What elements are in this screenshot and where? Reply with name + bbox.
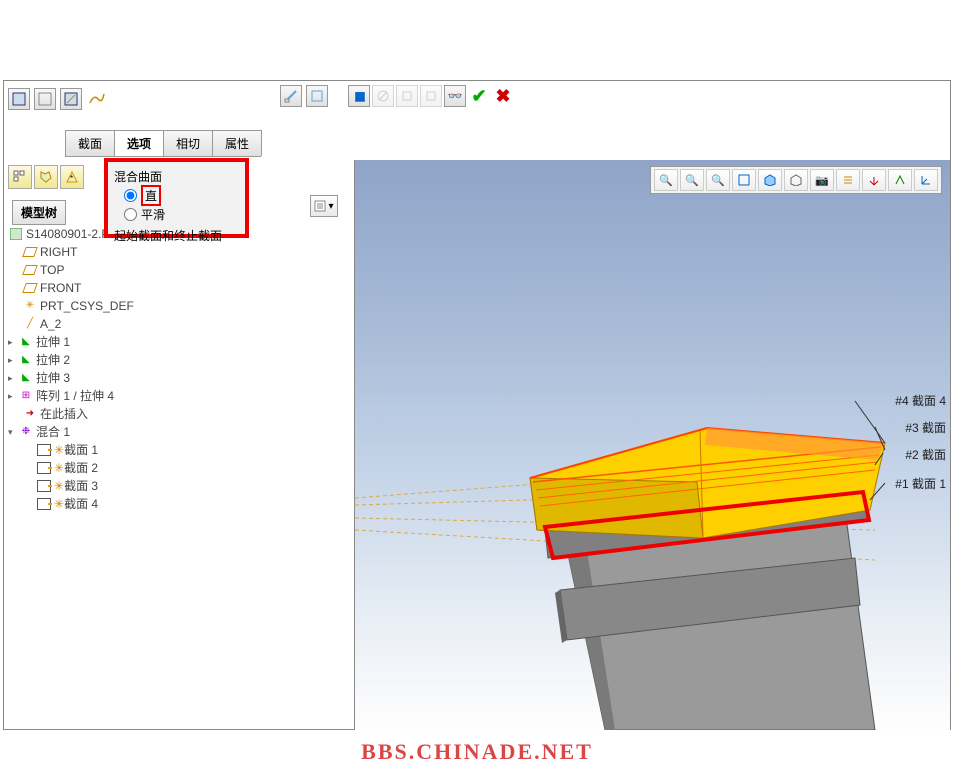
tab-section[interactable]: 截面 bbox=[65, 130, 115, 156]
tree-toolbar: * bbox=[8, 165, 84, 189]
blend-options-panel: 混合曲面 直 平滑 起始截面和终止截面 bbox=[104, 158, 249, 238]
watermark: BBS.CHINADE.NET bbox=[0, 739, 954, 765]
tree-section[interactable]: 截面 4 bbox=[64, 495, 98, 513]
section-label-3: #3 截面 bbox=[905, 419, 946, 436]
tool-btn-3[interactable] bbox=[60, 88, 82, 110]
tab-tangent[interactable]: 相切 bbox=[163, 130, 213, 156]
tree-item[interactable]: 混合 1 bbox=[36, 423, 70, 441]
tree-item[interactable]: PRT_CSYS_DEF bbox=[40, 297, 134, 315]
section-label-2: #2 截面 bbox=[905, 446, 946, 463]
tree-item[interactable]: 在此插入 bbox=[40, 405, 88, 423]
3d-viewport[interactable]: 🔍 🔍 🔍 📷 bbox=[354, 160, 950, 730]
model-tree[interactable]: S14080901-2.PR RIGHT TOP FRONT ✳PRT_CSYS… bbox=[8, 225, 248, 513]
tree-item[interactable]: RIGHT bbox=[40, 243, 77, 261]
disabled-2 bbox=[396, 85, 418, 107]
disabled-3 bbox=[420, 85, 442, 107]
disabled-1 bbox=[372, 85, 394, 107]
section-label-1: #1 截面 1 bbox=[895, 475, 946, 492]
toolbar-middle bbox=[280, 85, 328, 107]
tree-item[interactable]: FRONT bbox=[40, 279, 81, 297]
plane-tool-2[interactable] bbox=[306, 85, 328, 107]
tool-btn-2[interactable] bbox=[34, 88, 56, 110]
model-geometry bbox=[355, 160, 950, 730]
main-toolbar bbox=[8, 85, 108, 113]
tab-options[interactable]: 选项 bbox=[114, 130, 164, 156]
model-tree-header[interactable]: 模型树 bbox=[12, 200, 66, 225]
pause-button[interactable]: ▮▮ bbox=[348, 85, 370, 107]
tree-view-1[interactable] bbox=[8, 165, 32, 189]
radio-smooth[interactable] bbox=[124, 208, 137, 221]
curve-icon[interactable] bbox=[86, 88, 108, 110]
tree-view-2[interactable] bbox=[34, 165, 58, 189]
cancel-button[interactable]: ✖ bbox=[492, 85, 514, 107]
tree-item[interactable]: 阵列 1 / 拉伸 4 bbox=[36, 387, 114, 405]
tree-section[interactable]: 截面 1 bbox=[64, 441, 98, 459]
toolbar-right: ▮▮ 👓 ✔ ✖ bbox=[348, 85, 514, 107]
settings-dropdown[interactable]: ▾ bbox=[310, 195, 338, 217]
tool-btn-1[interactable] bbox=[8, 88, 30, 110]
section-label-4: #4 截面 4 bbox=[895, 392, 946, 409]
plane-tool-1[interactable] bbox=[280, 85, 302, 107]
tree-item[interactable]: TOP bbox=[40, 261, 64, 279]
confirm-button[interactable]: ✔ bbox=[468, 85, 490, 107]
tree-item[interactable]: A_2 bbox=[40, 315, 61, 333]
options-title: 混合曲面 bbox=[114, 168, 239, 185]
tab-properties[interactable]: 属性 bbox=[212, 130, 262, 156]
option-straight-label: 直 bbox=[141, 185, 161, 206]
feature-tabs: 截面 选项 相切 属性 bbox=[65, 130, 261, 157]
svg-text:*: * bbox=[70, 174, 73, 183]
tree-item[interactable]: 拉伸 1 bbox=[36, 333, 70, 351]
options-footer: 起始截面和终止截面 bbox=[114, 227, 239, 244]
tree-section[interactable]: 截面 3 bbox=[64, 477, 98, 495]
option-smooth-label: 平滑 bbox=[141, 206, 165, 223]
glasses-icon[interactable]: 👓 bbox=[444, 85, 466, 107]
tree-view-3[interactable]: * bbox=[60, 165, 84, 189]
tree-item[interactable]: 拉伸 2 bbox=[36, 351, 70, 369]
tree-section[interactable]: 截面 2 bbox=[64, 459, 98, 477]
radio-straight[interactable] bbox=[124, 189, 137, 202]
tree-item[interactable]: 拉伸 3 bbox=[36, 369, 70, 387]
